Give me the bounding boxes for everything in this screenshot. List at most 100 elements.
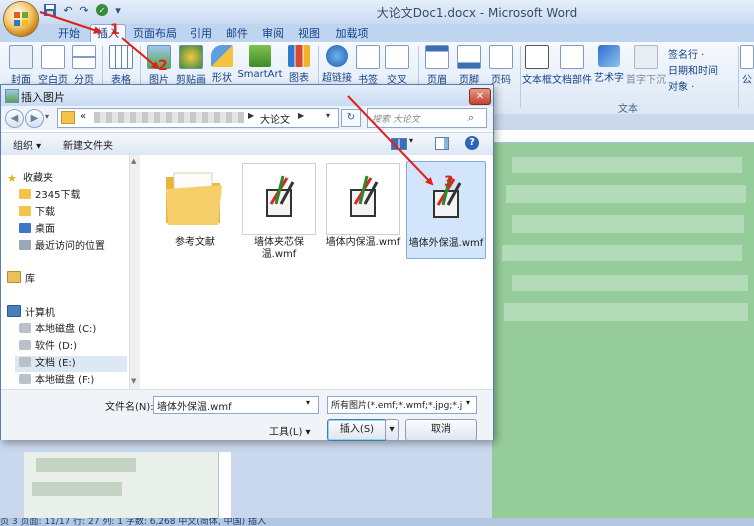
organize-button[interactable]: 组织 ▾ [13,137,41,152]
filename-value: 墙体外保温.wmf [157,402,232,413]
view-options-icon[interactable] [391,138,407,150]
blurred-text-line [512,157,742,173]
hyperlink-button[interactable]: 超链接 [320,45,354,84]
breadcrumb-separator-icon[interactable]: ▶ [248,111,254,120]
document-page[interactable] [492,143,754,518]
blurred-text-line [36,458,136,472]
date-time-button[interactable]: 日期和时间 [668,62,718,77]
footer-icon [457,45,481,69]
file-name: 参考文献 [175,237,215,248]
footer-button[interactable]: 页脚 [454,45,484,86]
nav-item-recent-places[interactable]: 最近访问的位置 [19,239,105,255]
file-type-select[interactable]: 所有图片(*.emf;*.wmf;*.jpg;*.jp ▾ [327,396,477,414]
wordart-button[interactable]: 艺术字 [592,45,626,84]
page-number-button[interactable]: 页码 [486,45,516,86]
nav-pane-scrollbar[interactable]: ▲ ▼ [129,155,140,389]
nav-item-drive-d[interactable]: 软件 (D:) [19,339,77,355]
address-row: ◀ ▶ ▾ « ▶ 大论文 ▶ ▾ ↻ 搜索 大论文 ⌕ [1,106,493,130]
blank-page-button[interactable]: 空白页 [36,45,70,86]
file-item-folder[interactable]: 参考文献 [156,161,234,257]
quick-parts-icon [560,45,584,69]
chevron-down-icon[interactable]: ▾ [466,398,470,407]
drop-cap-button[interactable]: 首字下沉 [626,45,666,86]
back-button[interactable]: ◀ [5,109,24,128]
file-item-wmf[interactable]: 墙体内保温.wmf [324,161,402,257]
signature-line-button[interactable]: 签名行 · [668,46,704,61]
tab-addins[interactable]: 加载项 [332,25,372,42]
address-dropdown-icon[interactable]: ▾ [326,111,330,120]
filename-field[interactable]: 墙体外保温.wmf ▾ [153,396,319,414]
title-bar: ↶ ↷ ✓ ▾ 大论文Doc1.docx - Microsoft Word [0,0,754,24]
insert-button[interactable]: 插入(S) [327,419,387,441]
quick-parts-button[interactable]: 文档部件 [552,45,592,86]
nav-item-favorites[interactable]: ★ 收藏夹 [7,171,53,187]
page-break-button[interactable]: 分页 [70,45,98,86]
forward-button[interactable]: ▶ [25,109,44,128]
cancel-button[interactable]: 取消 [405,419,477,441]
breadcrumb-current-folder[interactable]: 大论文 [260,111,290,126]
navigation-pane: ★ 收藏夹 2345下载 下载 桌面 最近访问的位置 库 计算机 本地磁盘 (C:… [1,155,140,389]
smartart-button[interactable]: SmartArt [236,45,284,80]
close-button[interactable]: ✕ [469,88,491,105]
tab-mailings[interactable]: 邮件 [222,25,252,42]
tab-references[interactable]: 引用 [186,25,216,42]
nav-item-drive-f[interactable]: 本地磁盘 (F:) [19,373,94,389]
wmf-file-icon [326,163,400,235]
file-item-wmf[interactable]: 墙体夹芯保温.wmf [240,161,318,260]
object-button[interactable]: 对象 · [668,78,694,93]
search-icon: ⌕ [468,111,475,124]
cross-reference-button[interactable]: 交叉 [382,45,412,86]
breadcrumb-prefix[interactable]: « [80,111,86,122]
chevron-down-icon[interactable]: ▾ [306,398,310,407]
refresh-button[interactable]: ↻ [341,109,361,127]
nav-item-desktop[interactable]: 桌面 [19,222,55,238]
scroll-down-icon[interactable]: ▼ [131,377,136,385]
tab-home[interactable]: 开始 [52,25,86,42]
shapes-button[interactable]: 形状 [208,45,236,84]
clip-art-button[interactable]: 剪贴画 [174,45,208,86]
search-input[interactable]: 搜索 大论文 [372,112,420,125]
nav-item-computer[interactable]: 计算机 [7,305,55,321]
symbol-button[interactable]: 公 [740,45,754,86]
text-box-button[interactable]: 文本框 [522,45,552,86]
nav-item-drive-e[interactable]: 文档 (E:) [15,356,127,372]
symbol-icon [740,45,754,69]
search-box[interactable]: 搜索 大论文 ⌕ [367,108,487,128]
tab-page-layout[interactable]: 页面布局 [130,25,180,42]
preview-pane-icon[interactable] [435,137,449,150]
chart-button[interactable]: 图表 [284,45,314,84]
scroll-up-icon[interactable]: ▲ [131,157,136,165]
breadcrumb-separator-icon[interactable]: ▶ [298,111,304,120]
forward-arrow-icon: ▶ [30,113,39,124]
page-break-icon [72,45,96,69]
chevron-down-icon: ▾ [389,424,395,435]
view-dropdown-icon[interactable]: ▾ [409,136,413,145]
nav-item-2345-downloads[interactable]: 2345下载 [19,188,80,204]
cover-page-button[interactable]: 封面 [6,45,36,86]
help-icon[interactable]: ? [465,136,479,150]
nav-item-libraries[interactable]: 库 [7,271,35,287]
tab-view[interactable]: 视图 [294,25,324,42]
tab-insert[interactable]: 插入 [90,24,126,42]
page-number-icon [489,45,513,69]
clip-art-icon [179,45,203,69]
new-folder-button[interactable]: 新建文件夹 [63,137,113,152]
tab-review[interactable]: 审阅 [258,25,288,42]
dialog-toolbar: 组织 ▾ 新建文件夹 ▾ ? [1,132,493,156]
recent-pages-icon[interactable]: ▾ [45,112,49,121]
document-page-lower[interactable] [24,452,222,518]
table-button[interactable]: 表格 [106,45,136,86]
cross-reference-icon [385,45,409,69]
shapes-icon [211,45,233,67]
address-bar[interactable]: « ▶ 大论文 ▶ ▾ [57,108,339,128]
nav-item-downloads[interactable]: 下载 [19,205,55,221]
header-button[interactable]: 页眉 [422,45,452,86]
star-icon: ★ [7,172,17,185]
office-button[interactable] [4,2,38,36]
computer-icon [7,305,21,317]
nav-item-drive-c[interactable]: 本地磁盘 (C:) [19,322,96,338]
bookmark-button[interactable]: 书签 [354,45,382,86]
insert-options-button[interactable]: ▾ [385,419,399,441]
text-group-label: 文本 [618,104,638,115]
tools-button[interactable]: 工具(L) ▾ [269,423,311,438]
